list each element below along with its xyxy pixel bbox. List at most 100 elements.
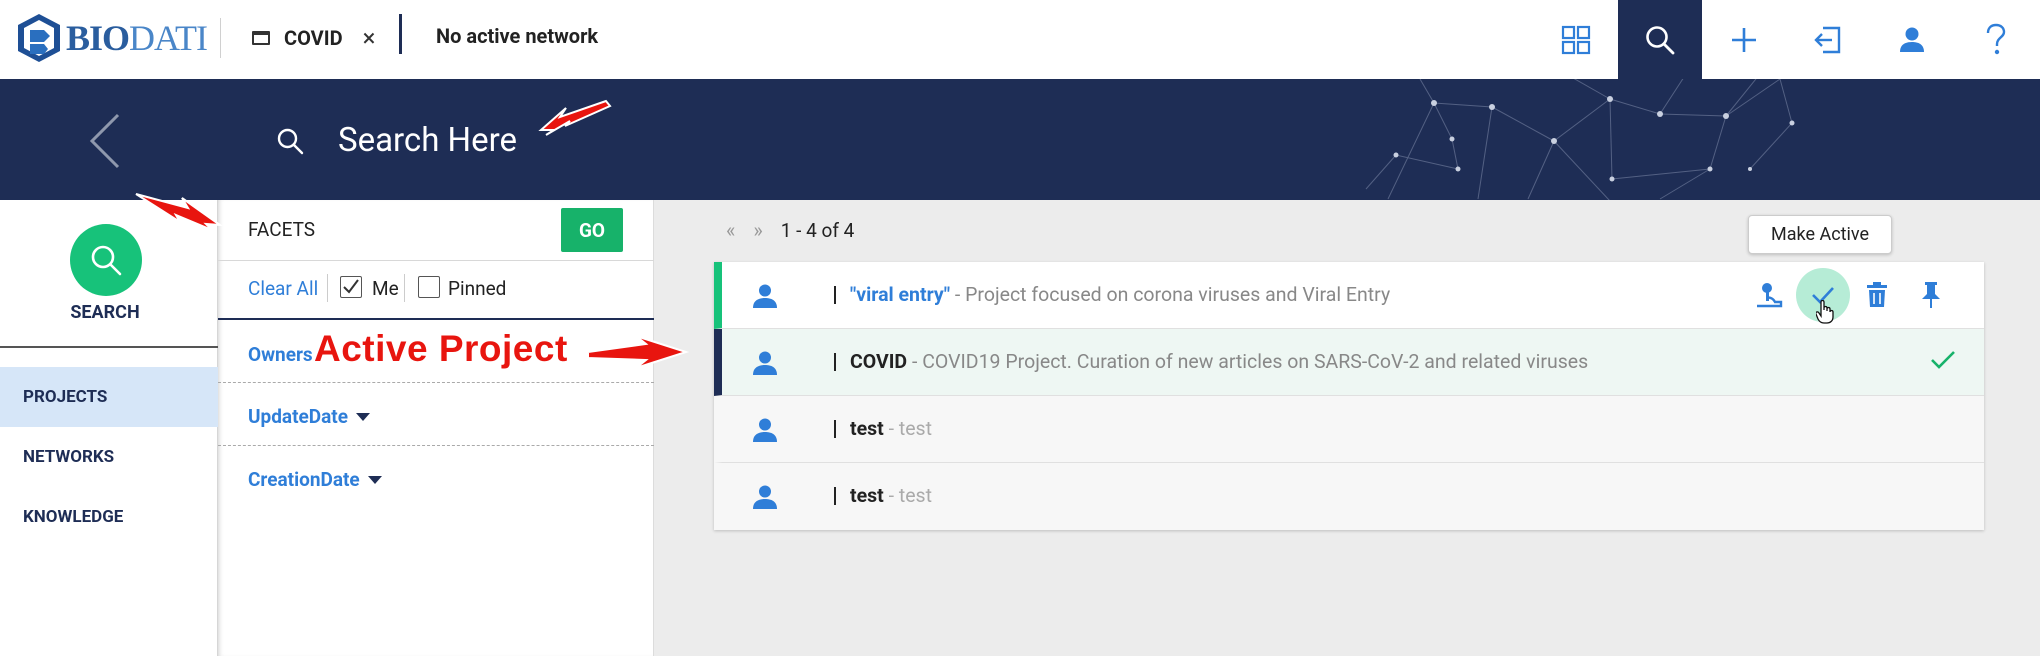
project-description: - Project focused on corona viruses and … [950,283,1391,306]
project-row[interactable]: "viral entry" - Project focused on coron… [714,262,1984,329]
search-nav-label: SEARCH [70,302,140,323]
pin-button[interactable] [1904,272,1958,318]
exit-button[interactable] [1786,0,1870,79]
share-button[interactable] [1742,272,1796,318]
checkmark-icon [343,279,359,294]
caret-down-icon [367,475,382,484]
user-icon [753,351,777,375]
chevron-left-icon[interactable] [88,113,122,169]
make-active-tooltip: Make Active [1748,215,1893,254]
user-icon [753,485,777,509]
facets-divider [218,260,654,261]
grid-button[interactable] [1534,0,1618,79]
search-icon [91,245,122,276]
pin-icon [1922,282,1940,308]
search-nav-button[interactable] [70,224,142,296]
search-icon [277,128,304,155]
filter-separator [404,274,405,302]
facets-panel: FACETS GO Clear All Me Pinned Owners Upd… [218,200,654,656]
pager-next-button[interactable]: » [753,218,762,242]
project-description: - test [883,484,932,507]
nav-item-knowledge[interactable]: KNOWLEDGE [0,487,218,547]
row-separator [834,353,836,371]
top-bar: BIODATI COVID × No active network [0,0,2040,79]
nav-item-networks[interactable]: NETWORKS [0,427,218,487]
nav-item-projects[interactable]: PROJECTS [0,367,218,427]
clear-all-link[interactable]: Clear All [248,277,318,300]
plus-icon [1732,27,1756,52]
user-button[interactable] [1870,0,1954,79]
top-toolbar [1534,0,2038,79]
facet-creationdate-label: CreationDate [248,468,360,491]
row-separator [834,286,836,304]
project-name[interactable]: "viral entry" [850,283,950,306]
network-status: No active network [436,24,599,48]
filter-separator [327,274,328,302]
me-label: Me [372,277,399,300]
header-divider-strong [399,14,402,54]
biodati-logo-mark-icon [18,14,60,62]
grid-icon [1561,25,1591,54]
facet-creationdate[interactable]: CreationDate [248,468,382,491]
pinned-label: Pinned [448,277,507,300]
facets-divider-strong [218,318,654,320]
project-name[interactable]: test [850,417,884,440]
delete-button[interactable] [1850,272,1904,318]
me-checkbox[interactable] [340,276,362,298]
facet-owners-label: Owners [248,343,313,366]
exit-icon [1814,26,1841,53]
pager-prev-button[interactable]: « [726,218,735,242]
header-divider [220,18,221,58]
user-icon [1900,27,1924,52]
trash-icon [1867,282,1887,307]
results-area: « » 1 - 4 of 4 "viral entry" - Project f… [654,200,2040,656]
row-separator [834,420,836,438]
biodati-logo[interactable]: BIODATI [14,10,208,66]
window-icon [252,31,270,45]
search-button[interactable] [1618,0,1702,79]
project-description: - test [883,417,932,440]
project-name[interactable]: test [850,484,884,507]
facet-updatedate-label: UpdateDate [248,405,348,428]
user-icon [753,418,777,442]
project-row-active[interactable]: COVID - COVID19 Project. Curation of new… [714,329,1984,396]
annotation-label-active-project: Active Project [314,328,568,369]
project-title[interactable]: "viral entry" - Project focused on coron… [850,283,1390,306]
tab-covid[interactable]: COVID × [252,22,375,54]
project-row[interactable]: test - test [714,396,1984,463]
pagination: « » 1 - 4 of 4 [726,218,854,242]
search-banner: Search Here [0,79,2040,200]
left-nav: SEARCH PROJECTS NETWORKS KNOWLEDGE [0,200,218,656]
project-title[interactable]: test - test [850,417,932,440]
project-name[interactable]: COVID [850,350,907,373]
search-icon [1646,25,1675,54]
facets-title: FACETS [248,218,316,241]
close-icon[interactable]: × [363,26,376,50]
row-separator [834,487,836,505]
share-user-icon [1757,283,1783,308]
project-description: - COVID19 Project. Curation of new artic… [907,350,1589,373]
go-button[interactable]: GO [561,208,623,252]
logo-text: BIODATI [66,18,208,58]
nav-divider [0,346,218,348]
facet-divider [218,382,654,383]
add-button[interactable] [1702,0,1786,79]
network-background-graphic [1365,79,1795,200]
active-check-icon [1931,351,1955,369]
help-button[interactable] [1954,0,2038,79]
user-icon [753,284,777,308]
help-icon [1986,23,2006,54]
project-title[interactable]: COVID - COVID19 Project. Curation of new… [850,350,1588,373]
facet-divider [218,445,654,446]
pager-range: 1 - 4 of 4 [780,218,855,242]
facet-updatedate[interactable]: UpdateDate [248,405,370,428]
project-row[interactable]: test - test [714,463,1984,530]
project-list: "viral entry" - Project focused on coron… [714,262,1984,530]
row-actions [1742,268,1958,322]
pinned-checkbox[interactable] [418,276,440,298]
hand-cursor-icon [1816,300,1834,324]
search-input[interactable]: Search Here [338,121,517,160]
caret-down-icon [355,412,370,421]
project-title[interactable]: test - test [850,484,932,507]
facet-owners[interactable]: Owners [248,343,313,366]
